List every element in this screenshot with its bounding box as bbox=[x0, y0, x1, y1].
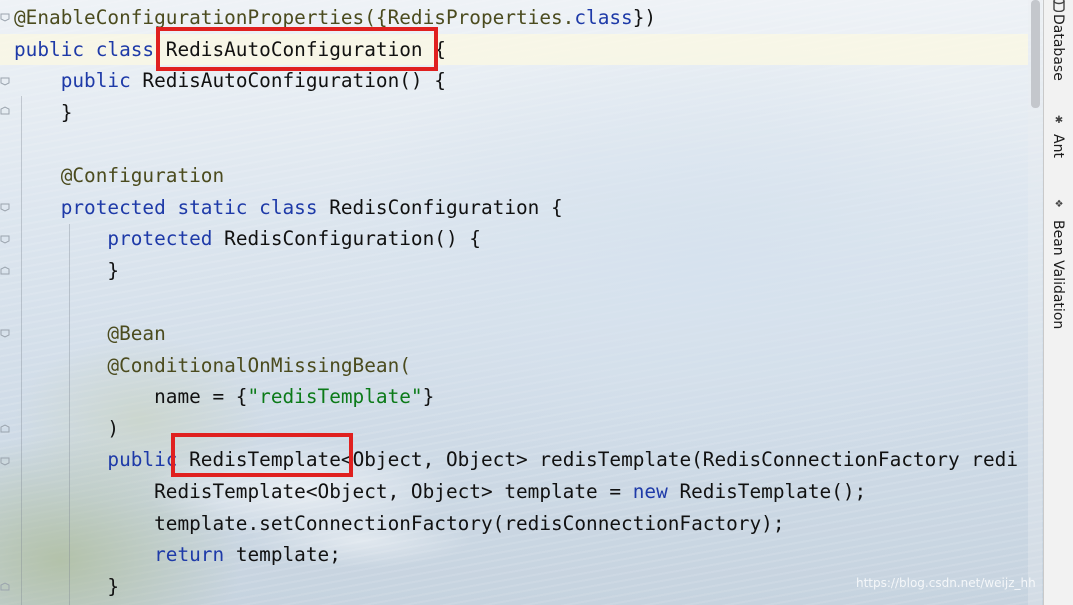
fold-marker-icon[interactable] bbox=[0, 328, 10, 338]
fold-marker-icon[interactable] bbox=[0, 582, 10, 592]
fold-marker-icon[interactable] bbox=[0, 202, 10, 212]
code-token: protected static class bbox=[14, 195, 330, 219]
ant-icon: ✱ bbox=[1055, 112, 1063, 127]
code-token: "redisTemplate" bbox=[247, 385, 423, 409]
code-token: }) bbox=[632, 6, 657, 29]
fold-marker-icon[interactable] bbox=[0, 106, 10, 116]
code-line[interactable]: return template; bbox=[14, 539, 341, 571]
highlight-box-class-name bbox=[156, 27, 438, 71]
code-token: protected bbox=[14, 227, 225, 251]
code-line[interactable]: @Bean bbox=[14, 318, 166, 350]
code-token: RedisAutoConfiguration() { bbox=[142, 69, 446, 93]
code-token: public class bbox=[14, 37, 166, 61]
code-token: public bbox=[14, 69, 143, 93]
code-line[interactable]: RedisTemplate<Object, Object> template =… bbox=[14, 476, 866, 508]
highlight-box-return-type bbox=[171, 433, 353, 477]
tool-label: Ant bbox=[1050, 134, 1066, 158]
editor-gutter bbox=[0, 0, 12, 605]
code-token: @EnableConfigurationProperties({RedisPro… bbox=[14, 6, 575, 29]
code-line[interactable]: name = {"redisTemplate"} bbox=[14, 381, 434, 413]
tool-tab-ant[interactable]: ✱ Ant bbox=[1044, 110, 1073, 170]
code-token: @Bean bbox=[14, 322, 166, 345]
code-token: @ConditionalOnMissingBean( bbox=[14, 353, 411, 377]
fold-marker-icon[interactable] bbox=[0, 234, 10, 244]
watermark-text: https://blog.csdn.net/weijz_hh bbox=[856, 576, 1036, 590]
code-token: template; bbox=[235, 543, 341, 567]
code-token: ) bbox=[14, 416, 120, 440]
code-line[interactable]: } bbox=[14, 255, 119, 287]
code-token: public bbox=[14, 448, 190, 472]
fold-marker-icon[interactable] bbox=[0, 456, 10, 466]
tool-label: Database bbox=[1050, 14, 1066, 81]
code-editor[interactable]: @EnableConfigurationProperties({RedisPro… bbox=[0, 0, 1043, 605]
code-token: RedisTemplate(); bbox=[679, 480, 867, 503]
code-line[interactable]: @Configuration bbox=[14, 160, 224, 192]
code-token: RedisTemplate<Object, Object> template = bbox=[14, 480, 633, 503]
code-line[interactable]: } bbox=[14, 97, 73, 129]
fold-marker-icon[interactable] bbox=[0, 12, 10, 22]
scrollbar-thumb[interactable] bbox=[1031, 0, 1040, 108]
database-icon bbox=[1051, 0, 1067, 14]
right-tool-window-bar: Database ✱ Ant ❖ Bean Validation bbox=[1043, 0, 1073, 605]
code-token: RedisConfiguration() { bbox=[224, 227, 481, 251]
code-token: @Configuration bbox=[14, 164, 225, 187]
code-token: } bbox=[422, 385, 435, 409]
code-token: template.setConnectionFactory(redisConne… bbox=[14, 511, 785, 535]
code-token: RedisConfiguration { bbox=[329, 195, 563, 219]
code-token: } bbox=[14, 100, 73, 124]
code-token: return bbox=[14, 543, 236, 567]
code-line[interactable]: template.setConnectionFactory(redisConne… bbox=[14, 508, 785, 540]
code-token: name = { bbox=[14, 385, 248, 409]
tool-label: Bean Validation bbox=[1050, 220, 1066, 330]
code-token: } bbox=[14, 258, 120, 282]
code-token: } bbox=[14, 574, 120, 598]
code-line[interactable]: protected RedisConfiguration() { bbox=[14, 223, 481, 255]
fold-marker-icon[interactable] bbox=[0, 266, 10, 276]
code-line[interactable]: @ConditionalOnMissingBean( bbox=[14, 350, 411, 382]
tool-tab-bean-validation[interactable]: ❖ Bean Validation bbox=[1044, 194, 1073, 350]
vertical-scrollbar[interactable] bbox=[1028, 0, 1042, 605]
code-line[interactable]: ) bbox=[14, 413, 119, 445]
tool-tab-database[interactable]: Database bbox=[1044, 0, 1073, 92]
code-line[interactable]: } bbox=[14, 571, 119, 603]
code-line[interactable]: protected static class RedisConfiguratio… bbox=[14, 192, 563, 224]
bean-validation-icon: ❖ bbox=[1055, 196, 1063, 211]
code-line[interactable]: public RedisTemplate<Object, Object> red… bbox=[14, 444, 1018, 476]
code-token: class bbox=[574, 6, 633, 29]
fold-marker-icon[interactable] bbox=[0, 424, 10, 434]
fold-marker-icon[interactable] bbox=[0, 76, 10, 86]
code-token: new bbox=[632, 480, 680, 503]
